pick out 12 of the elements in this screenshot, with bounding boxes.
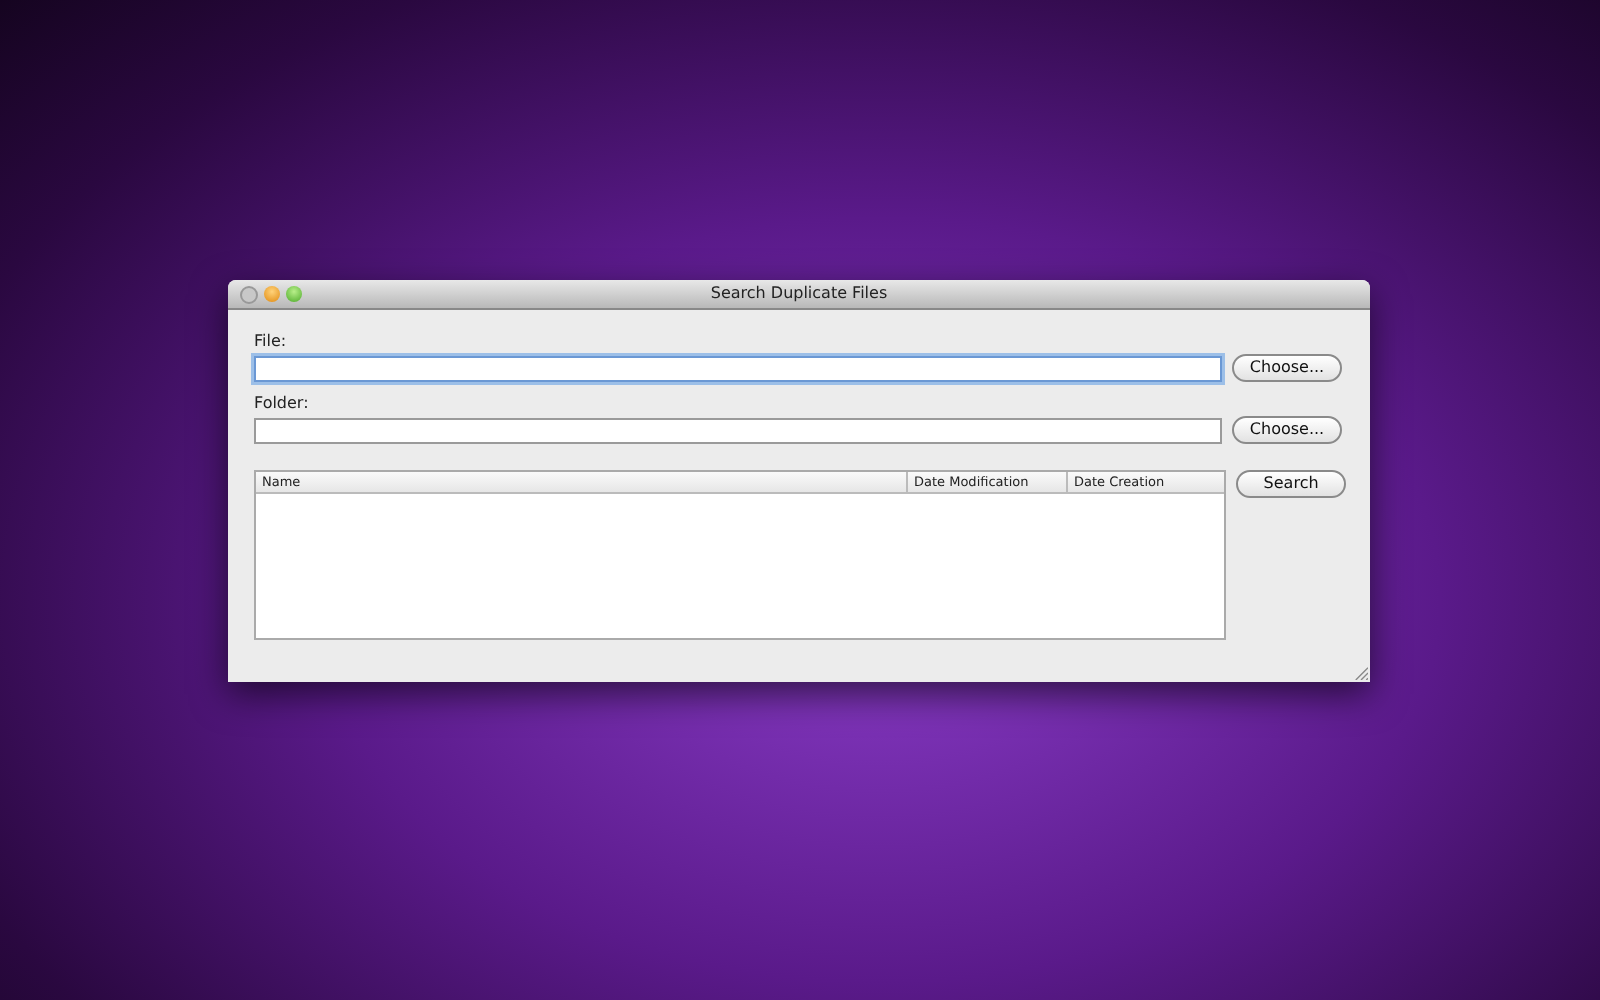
path-field[interactable] <box>254 355 1222 381</box>
minimize-button[interactable] <box>264 285 280 301</box>
choose-button[interactable]: Choose... <box>1232 354 1342 382</box>
path-field[interactable] <box>254 417 1222 443</box>
search-button[interactable]: Search <box>1236 470 1346 498</box>
zoom-button[interactable] <box>286 285 302 301</box>
close-button[interactable] <box>240 285 258 303</box>
field-label: File: <box>254 332 289 354</box>
resize-grip-icon[interactable] <box>1354 666 1368 680</box>
window-title: Search Duplicate Files <box>710 282 888 306</box>
field-label: Folder: <box>254 394 311 416</box>
choose-button[interactable]: Choose... <box>1232 416 1342 444</box>
